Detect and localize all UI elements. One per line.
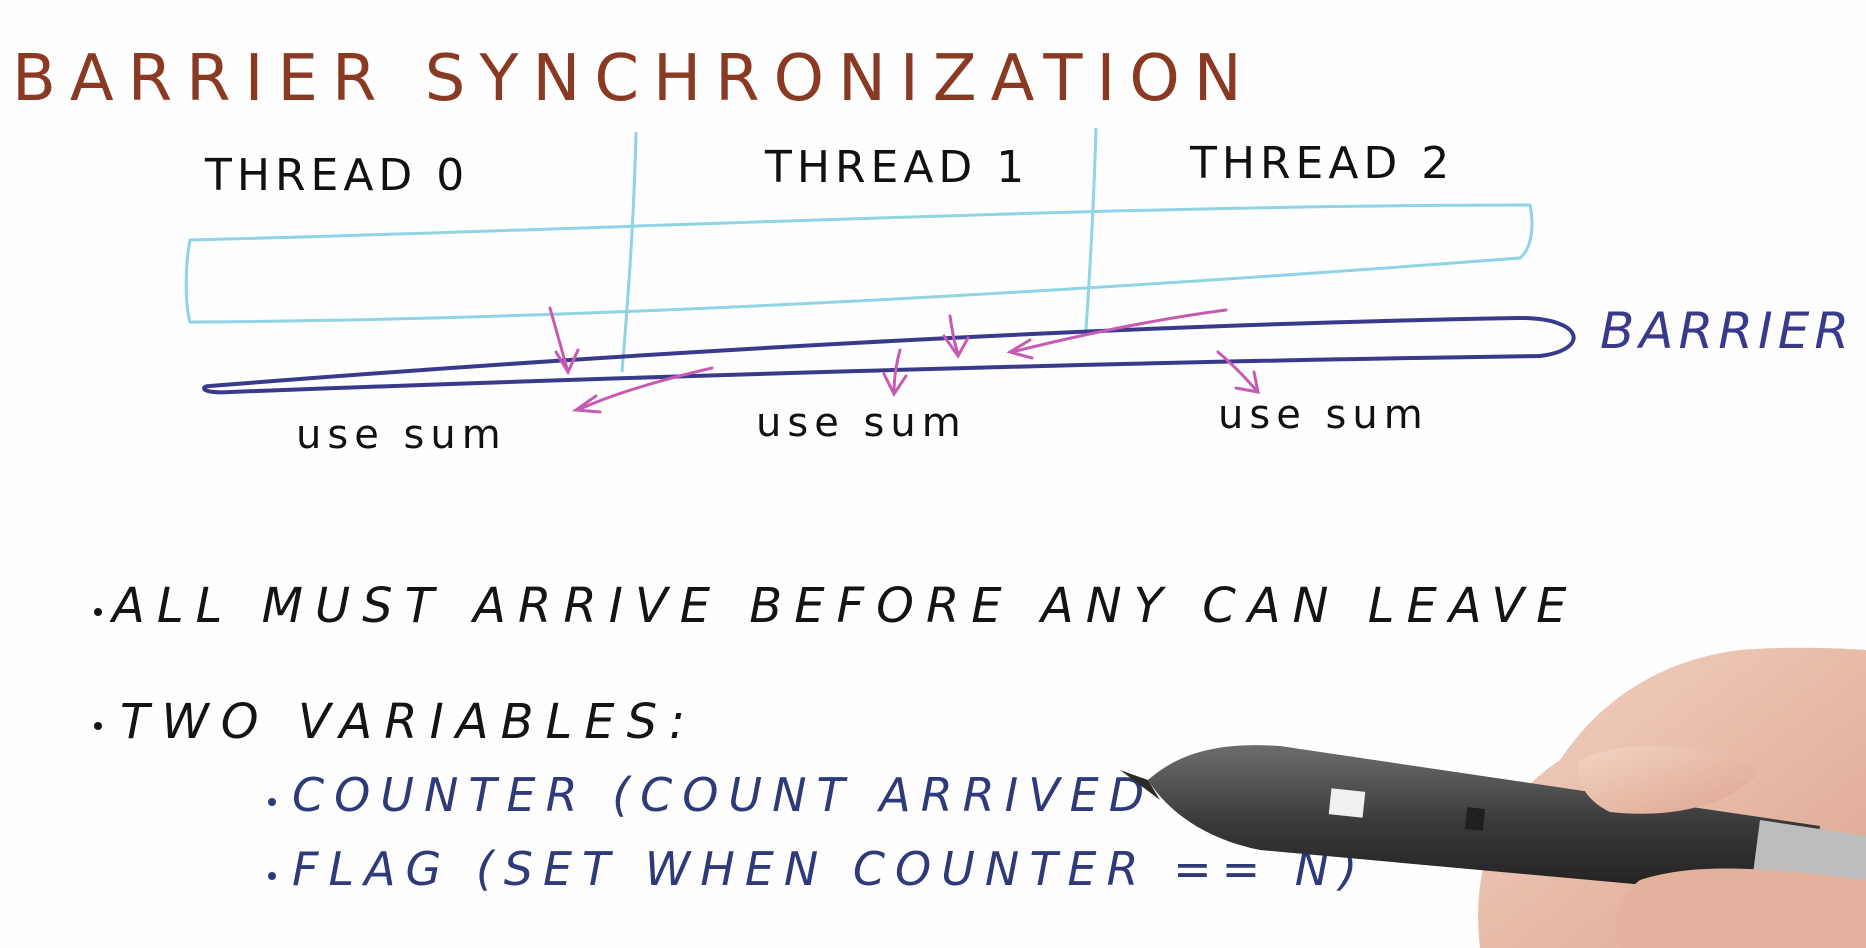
lesson-canvas: BARRIER SYNCHRONIZATION THREAD 0 THREAD … [0,0,1866,948]
hand-with-pen-image [1120,647,1866,948]
